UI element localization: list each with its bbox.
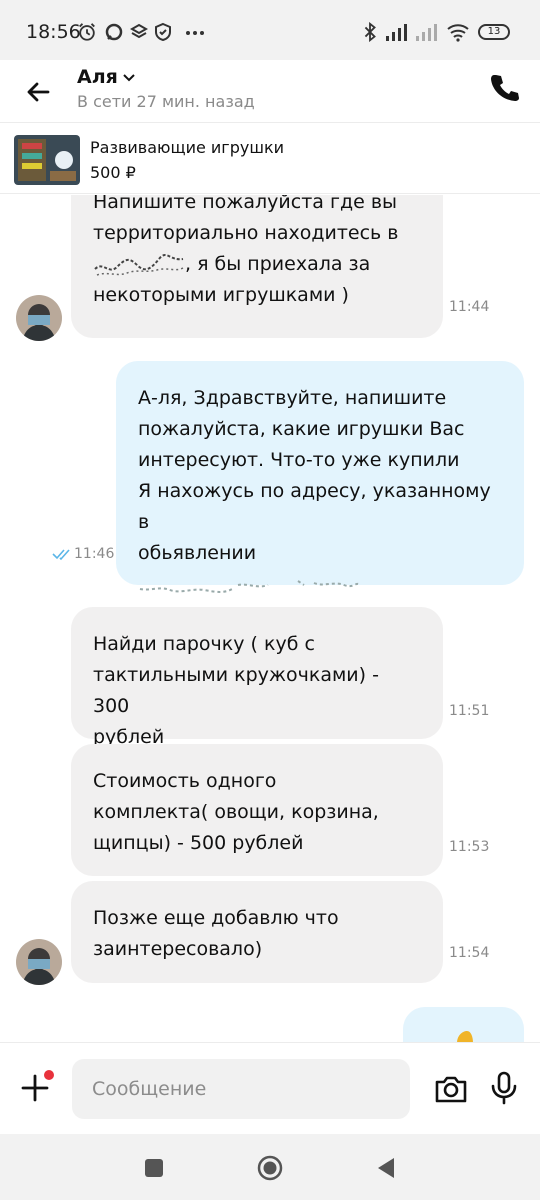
status-bar: 18:56 13 [0, 0, 540, 60]
product-price: 500 ₽ [90, 163, 136, 182]
message-line: Найди парочку ( куб с [93, 633, 315, 655]
read-checkmarks-icon [52, 549, 70, 561]
message-list[interactable]: Напишите пожалуйста где вы территориальн… [0, 195, 540, 1042]
message-bubble-incoming[interactable]: Стоимость одного комплекта( овощи, корзи… [71, 744, 443, 876]
layers-icon [129, 23, 149, 39]
system-navigation-bar [0, 1134, 540, 1200]
message-time: 11:54 [449, 945, 490, 961]
message-time: 11:46 [74, 546, 115, 562]
more-dots-icon [186, 31, 204, 35]
message-time: 11:51 [449, 703, 490, 719]
chat-app-icon [105, 23, 123, 41]
shield-icon [155, 22, 171, 42]
redacted-text-mark [139, 580, 361, 593]
wifi-icon [447, 24, 469, 42]
chat-header: Аля В сети 27 мин. назад [0, 60, 540, 122]
bluetooth-icon [364, 22, 376, 42]
message-bubble-incoming[interactable]: Напишите пожалуйста где вы территориальн… [71, 195, 443, 338]
status-time: 18:56 [26, 21, 81, 43]
message-line: Напишите пожалуйста где вы [93, 195, 398, 213]
message-time: 11:53 [449, 839, 490, 855]
message-line: , я бы приехала за [185, 253, 371, 275]
message-time: 11:44 [449, 299, 490, 315]
signal-2-icon [416, 24, 437, 41]
contact-avatar[interactable] [16, 939, 62, 985]
message-line: территориально находитесь в [93, 222, 399, 244]
product-card[interactable]: Развивающие игрушки 500 ₽ [0, 122, 540, 194]
message-line: тактильными кружочками) - 300 [93, 664, 379, 717]
camera-icon[interactable] [434, 1073, 468, 1105]
message-line: Стоимость одного [93, 770, 277, 792]
presence-status: В сети 27 мин. назад [77, 92, 255, 111]
home-button-icon[interactable] [256, 1154, 284, 1182]
message-line: обьявлении [138, 542, 257, 564]
message-line: щипцы) - 500 рублей [93, 832, 304, 854]
phone-call-icon[interactable] [488, 72, 520, 104]
message-line: интересуют. Что-то уже купили [138, 449, 460, 471]
message-line: пожалуйста, какие игрушки Вас [138, 418, 465, 440]
notification-dot [44, 1070, 54, 1080]
recent-apps-button-icon[interactable] [140, 1154, 168, 1182]
alarm-icon [79, 23, 95, 41]
message-line: Позже еще добавлю что [93, 907, 339, 929]
message-bubble-incoming[interactable]: Найди парочку ( куб с тактильными кружоч… [71, 607, 443, 748]
back-arrow-icon[interactable] [22, 76, 54, 108]
product-title: Развивающие игрушки [90, 138, 285, 157]
message-line: заинтересовало) [93, 938, 263, 960]
message-bubble-outgoing-partial[interactable] [403, 1007, 524, 1042]
message-bubble-incoming[interactable]: Позже еще добавлю что заинтересовало) [71, 881, 443, 983]
product-thumbnail [14, 135, 80, 185]
microphone-icon[interactable] [488, 1071, 520, 1105]
message-bubble-outgoing[interactable]: А-ля, Здравствуйте, напишите пожалуйста,… [116, 361, 524, 593]
message-input[interactable] [72, 1059, 410, 1119]
message-line: Я нахожусь по адресу, указанному в [138, 480, 491, 533]
back-button-icon[interactable] [372, 1154, 400, 1182]
message-line: А-ля, Здравствуйте, напишите [138, 387, 447, 409]
message-line: некоторыми игрушками ) [93, 284, 349, 306]
message-composer [0, 1042, 540, 1134]
battery-indicator: 13 [478, 24, 510, 40]
chevron-down-icon[interactable] [122, 71, 136, 85]
signal-icon [386, 24, 407, 41]
contact-avatar[interactable] [16, 295, 62, 341]
redacted-text-mark [94, 254, 184, 276]
sticker-icon [457, 1031, 473, 1042]
contact-name[interactable]: Аля [77, 66, 118, 88]
message-line: комплекта( овощи, корзина, [93, 801, 379, 823]
